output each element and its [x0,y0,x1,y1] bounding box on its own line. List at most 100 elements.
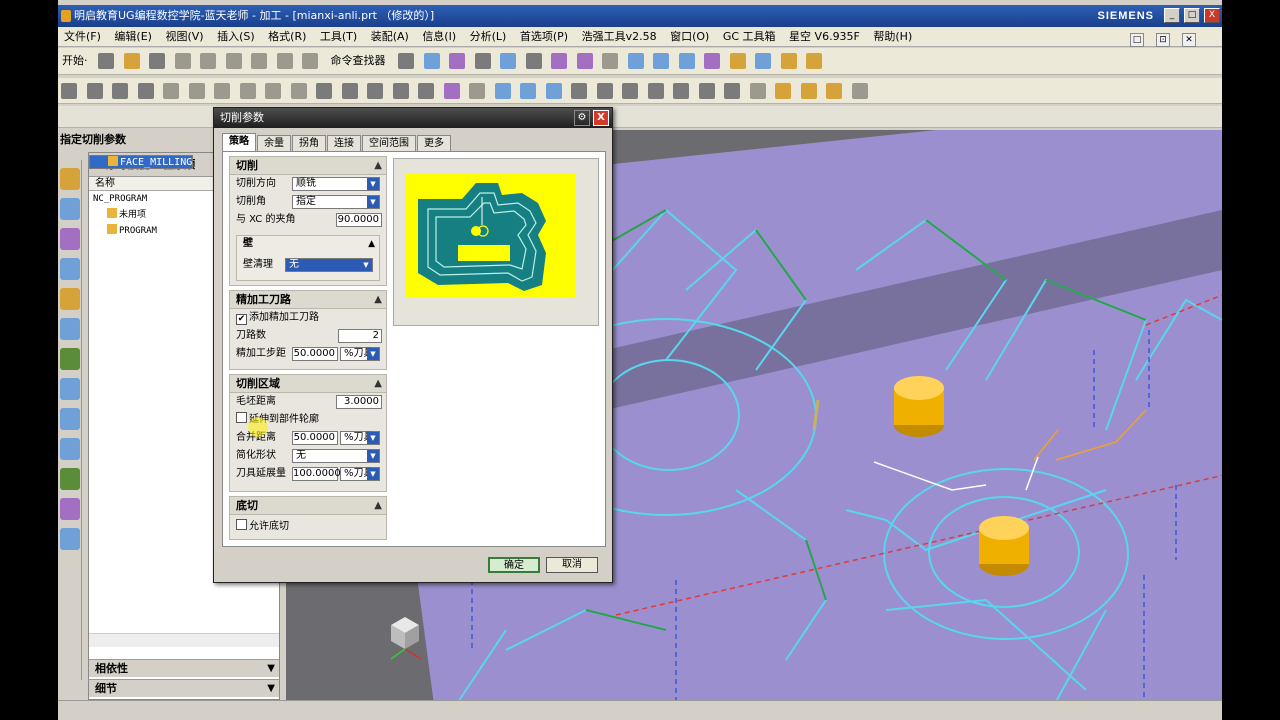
assembly-navigator-icon[interactable] [60,168,80,190]
create-geometry-icon[interactable] [112,83,128,99]
path-edit-icon[interactable] [647,83,664,99]
horizontal-scrollbar[interactable] [89,633,279,647]
tab-containment[interactable]: 空间范围 [362,135,416,151]
wall-header[interactable]: 壁 ▲ [237,236,379,252]
new-icon[interactable] [98,53,114,69]
cut-method-icon[interactable] [443,83,460,99]
folder-icon[interactable] [826,83,842,99]
feeds-speeds-icon[interactable] [316,83,332,99]
fit-view-icon[interactable] [449,53,465,69]
help-icon[interactable]: ⚙ [574,110,590,126]
dependencies-panel[interactable]: 相依性 ▼ [89,659,279,677]
list-icon[interactable] [851,83,868,99]
menu-analysis[interactable]: 分析(L) [470,27,507,47]
details-panel[interactable]: 细节 ▼ [89,679,279,697]
menu-info[interactable]: 信息(I) [422,27,456,47]
create-tool-icon[interactable] [86,83,103,99]
postprocess-icon[interactable] [265,83,281,99]
shaded-cube-icon[interactable] [500,53,516,69]
measure-icon[interactable] [780,53,797,69]
machine-tool-view-icon[interactable] [367,83,383,99]
start-menu-button[interactable]: 开始· [62,53,88,69]
path-display-icon[interactable] [622,83,638,99]
cut-direction-select[interactable]: 顺铣 ▼ [292,177,380,191]
save-icon[interactable] [149,53,165,69]
cut-section-header[interactable]: 切削 ▲ [230,157,386,175]
hatch-icon[interactable] [806,53,822,69]
finish-stepover-input[interactable]: 50.0000 [292,347,338,361]
tab-corners[interactable]: 拐角 [292,135,326,151]
hidden-edges-icon[interactable] [576,53,593,69]
path-collision-icon[interactable] [724,83,740,99]
wireframe-icon[interactable] [551,53,567,69]
tool-extension-input[interactable]: 100.0000 [292,467,341,481]
geometry-view-icon[interactable] [392,83,409,99]
menu-edit[interactable]: 编辑(E) [114,27,152,47]
paste-icon[interactable] [251,53,267,69]
add-finish-checkbox[interactable]: ✔ [236,314,247,325]
sketch-icon[interactable] [729,53,746,69]
cancel-button[interactable]: 取消 [546,557,598,573]
rotate-icon[interactable] [474,53,491,69]
roles-icon[interactable] [60,528,80,550]
palette-icon[interactable] [60,498,80,520]
close-button[interactable]: X [1204,8,1220,23]
background-icon[interactable] [602,53,618,69]
create-method-icon[interactable] [137,83,154,99]
menu-preferences[interactable]: 首选项(P) [520,27,568,47]
menu-haoqiang-tools[interactable]: 浩强工具v2.58 [582,27,657,47]
list-path-icon[interactable] [520,83,536,99]
web-browser-icon[interactable] [60,378,80,400]
extend-checkbox[interactable] [236,412,247,423]
finish-section-header[interactable]: 精加工刀路 ▲ [230,291,386,309]
tool-icon[interactable] [775,83,791,99]
menu-insert[interactable]: 插入(S) [217,27,255,47]
assembly-icon[interactable] [678,53,695,69]
cut-icon[interactable] [200,53,216,69]
create-program-icon[interactable] [61,83,77,99]
constraint-navigator-icon[interactable] [60,198,80,220]
undo-icon[interactable] [302,53,318,69]
path-gouge-icon[interactable] [698,83,715,99]
shop-doc-icon[interactable] [290,83,307,99]
copy-icon[interactable] [225,53,242,69]
menu-gc-toolbox[interactable]: GC 工具箱 [723,27,776,47]
menu-tools[interactable]: 工具(T) [320,27,357,47]
path-delete-icon[interactable] [596,83,613,99]
select-cursor-icon[interactable] [494,83,511,99]
menu-assembly[interactable]: 装配(A) [371,27,409,47]
dialog-close-button[interactable]: X [593,110,609,126]
print-icon[interactable] [174,53,191,69]
generate-path-icon[interactable] [188,83,205,99]
operation-navigator-icon[interactable] [60,258,80,280]
undercut-section-header[interactable]: 底切 ▲ [230,497,386,515]
merge-unit-select[interactable]: %刀具 ▼ [340,431,380,445]
path-split-icon[interactable] [673,83,689,99]
clock-icon[interactable] [60,438,80,460]
tab-connections[interactable]: 连接 [327,135,361,151]
render-style-icon[interactable] [525,53,542,69]
menu-window[interactable]: 窗口(O) [670,27,709,47]
passes-input[interactable]: 2 [338,329,382,343]
ok-button[interactable]: 确定 [488,557,540,573]
verify-path-icon[interactable] [239,83,256,99]
path-filter-icon[interactable] [571,83,587,99]
delete-icon[interactable] [276,53,293,69]
system-materials-icon[interactable] [60,468,80,490]
clip-icon[interactable] [704,53,720,69]
xc-angle-input[interactable]: 90.0000 [336,213,382,227]
reuse-library-icon[interactable] [60,318,80,340]
views-icon[interactable] [627,53,644,69]
transform-icon[interactable] [469,83,485,99]
wall-clean-select[interactable]: 无 ▼ [285,258,373,272]
menu-format[interactable]: 格式(R) [268,27,306,47]
tab-more[interactable]: 更多 [417,135,451,151]
simplify-shape-select[interactable]: 无 ▼ [292,449,380,463]
menu-xingkong[interactable]: 星空 V6.935F [789,27,860,47]
history-icon[interactable] [60,408,80,430]
maximize-button[interactable]: □ [1184,8,1200,23]
menu-view[interactable]: 视图(V) [165,27,203,47]
hd3d-tools-icon[interactable] [60,348,80,370]
method-view-icon[interactable] [418,83,434,99]
menu-help[interactable]: 帮助(H) [873,27,912,47]
